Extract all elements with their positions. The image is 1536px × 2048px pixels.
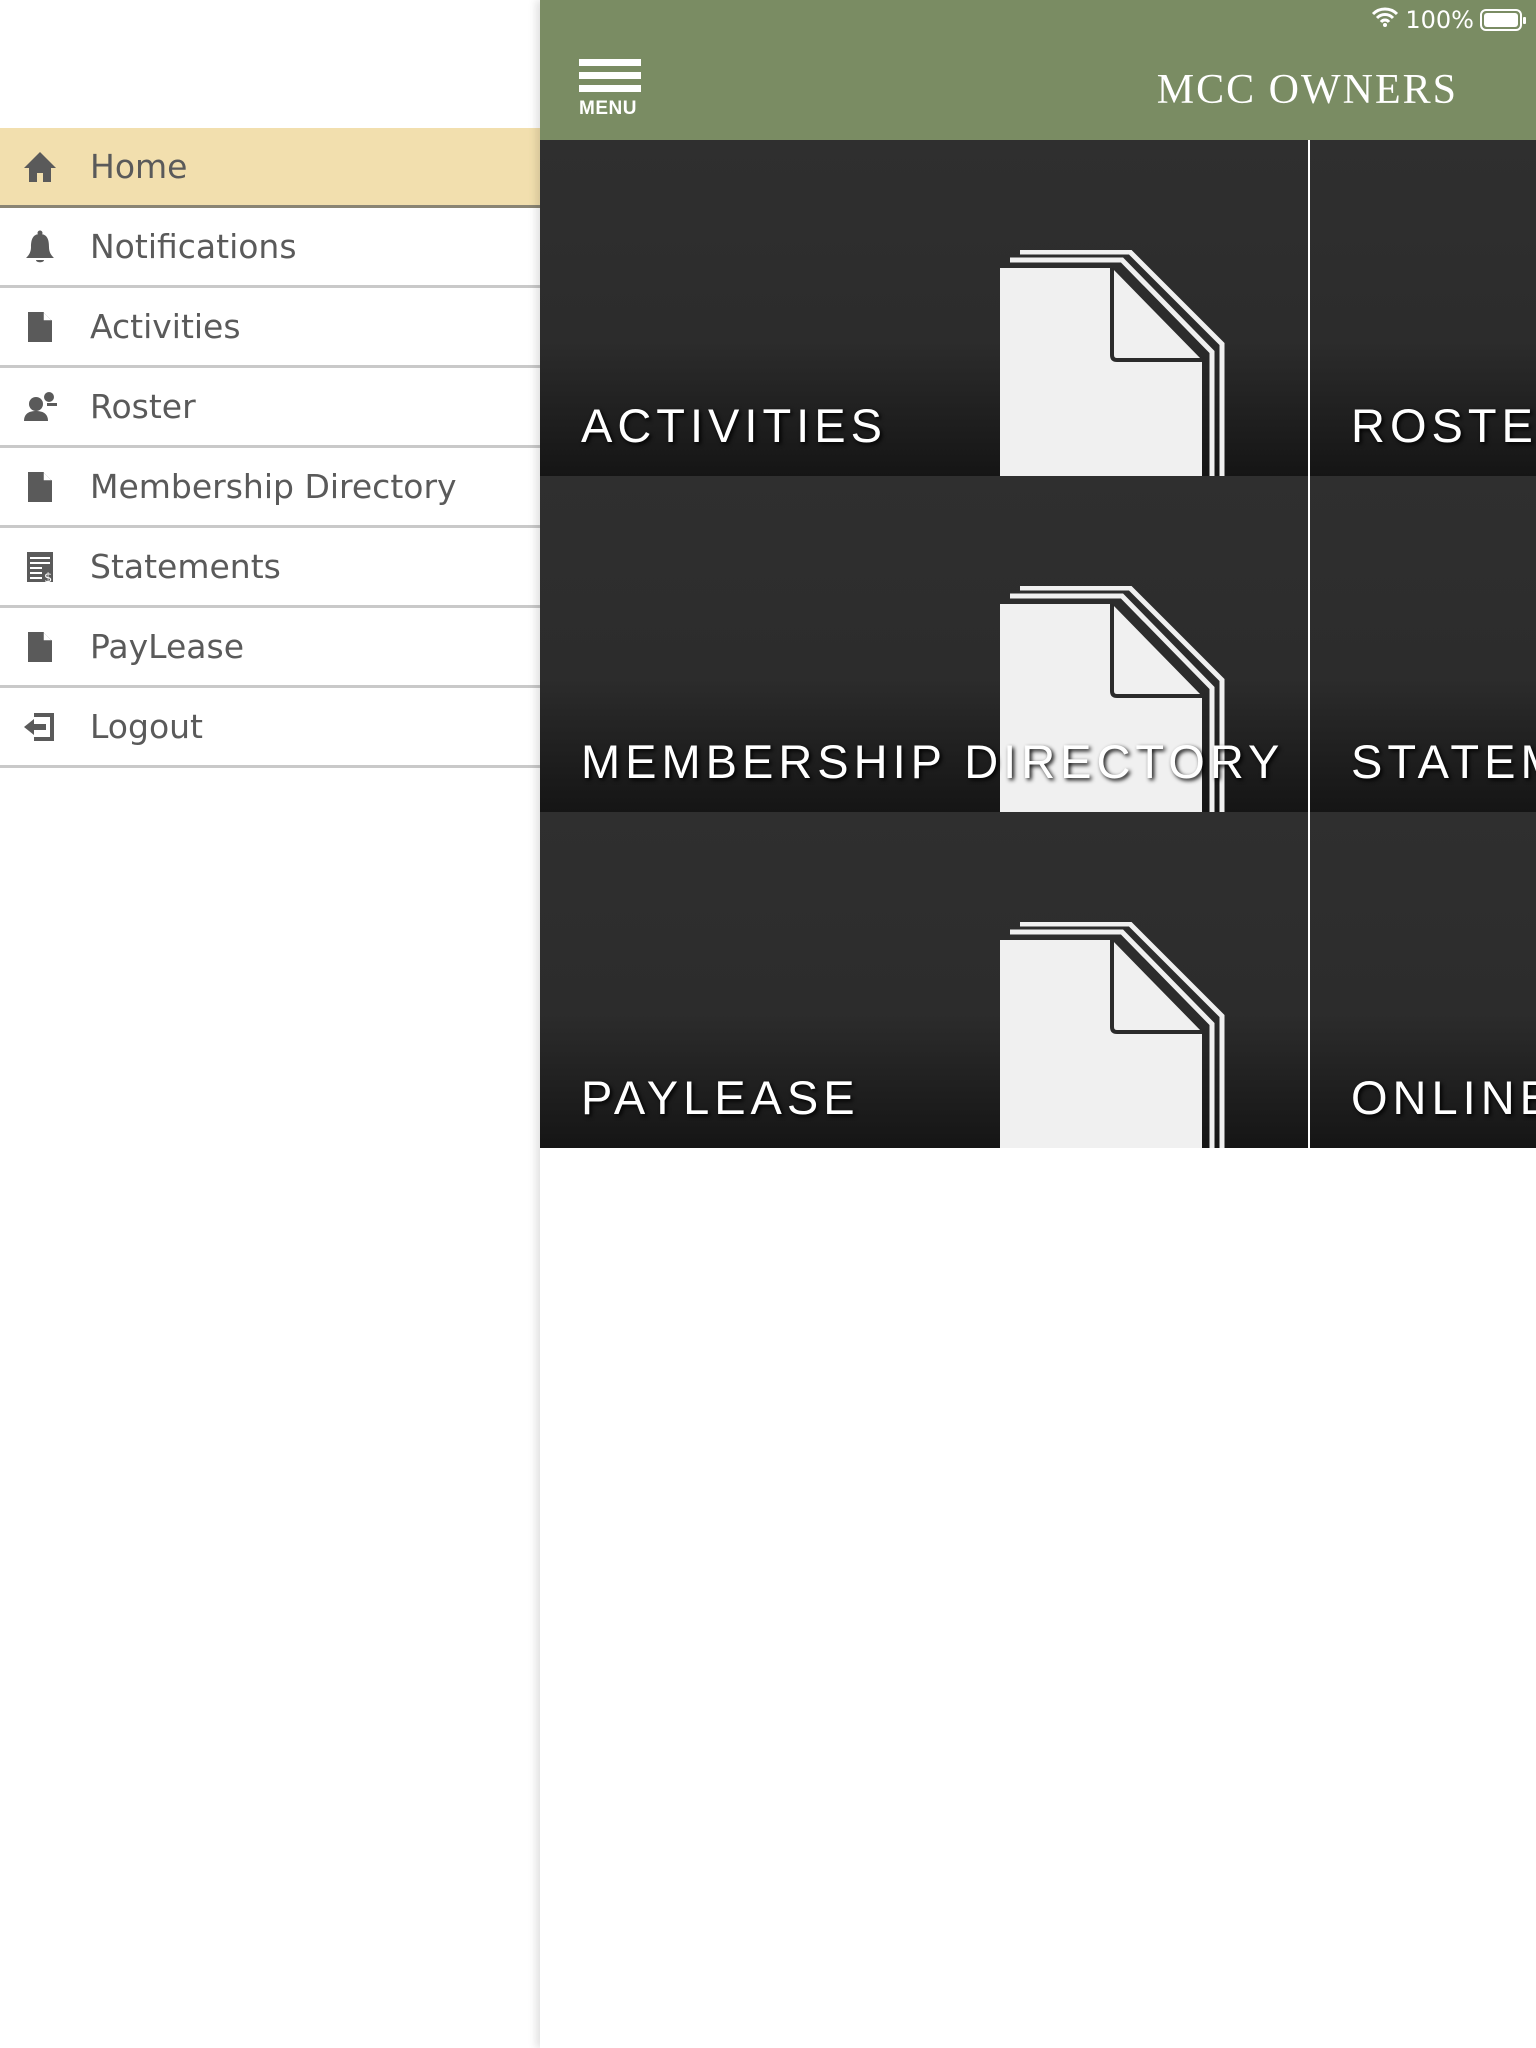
sidebar-item-label: Membership Directory (90, 467, 457, 506)
logout-icon (22, 709, 58, 745)
menu-label: MENU (579, 98, 637, 119)
sidebar-item-logout[interactable]: Logout (0, 688, 540, 768)
sidebar-item-statements[interactable]: $ Statements (0, 528, 540, 608)
document-icon (1000, 922, 1225, 1148)
wifi-icon (1371, 6, 1399, 34)
app-title: MCC OWNERS (1156, 67, 1458, 113)
sidebar-item-label: Statements (90, 547, 281, 586)
tile-label: MEMBERSHIP DIRECTORY (581, 735, 1285, 788)
sidebar-item-roster[interactable]: Roster (0, 368, 540, 448)
tile-label: STATEMENTS (1351, 735, 1536, 788)
tile-label: PAYLEASE (581, 1071, 860, 1124)
tile-label: ROSTER (1351, 399, 1536, 452)
bell-icon (22, 229, 58, 265)
sidebar-item-paylease[interactable]: PayLease (0, 608, 540, 688)
document-icon (1000, 250, 1225, 476)
tile-membership-directory[interactable]: MEMBERSHIP DIRECTORY (540, 476, 1308, 812)
sidebar-item-label: Activities (90, 307, 241, 346)
sidebar-item-activities[interactable]: Activities (0, 288, 540, 368)
battery-percent: 100% (1405, 6, 1474, 34)
tile-activities[interactable]: ACTIVITIES (540, 140, 1308, 476)
sidebar-item-label: Home (90, 147, 188, 186)
sidebar-item-label: Logout (90, 707, 203, 746)
document-icon (22, 469, 58, 505)
menu-button[interactable]: MENU (579, 59, 641, 120)
sidebar-item-label: Roster (90, 387, 196, 426)
status-bar: 100% (1371, 6, 1526, 34)
sidebar-item-home[interactable]: Home (0, 128, 540, 208)
sidebar-item-membership-directory[interactable]: Membership Directory (0, 448, 540, 528)
sidebar-item-label: Notifications (90, 227, 297, 266)
app-header: 100% MENU MCC OWNERS (540, 0, 1536, 140)
home-icon (22, 149, 58, 185)
tile-label: ACTIVITIES (581, 399, 887, 452)
sidebar-item-label: PayLease (90, 627, 244, 666)
people-icon (22, 389, 58, 425)
tile-label: ONLINE (1351, 1071, 1536, 1124)
document-icon (22, 629, 58, 665)
battery-icon (1480, 9, 1526, 31)
side-menu: Home Notifications Activities Roster Mem… (0, 0, 540, 2048)
tile-online[interactable]: ONLINE (1310, 812, 1536, 1148)
statement-icon: $ (22, 549, 58, 585)
menu-list: Home Notifications Activities Roster Mem… (0, 128, 540, 768)
tile-statements[interactable]: STATEMENTS (1310, 476, 1536, 812)
svg-text:$: $ (44, 571, 52, 585)
hamburger-icon (579, 59, 641, 92)
sidebar-item-notifications[interactable]: Notifications (0, 208, 540, 288)
tile-roster[interactable]: ROSTER (1310, 140, 1536, 476)
main-content: 100% MENU MCC OWNERS ACTIVITIES ROSTER M… (540, 0, 1536, 2048)
tile-paylease[interactable]: PAYLEASE (540, 812, 1308, 1148)
document-icon (22, 309, 58, 345)
